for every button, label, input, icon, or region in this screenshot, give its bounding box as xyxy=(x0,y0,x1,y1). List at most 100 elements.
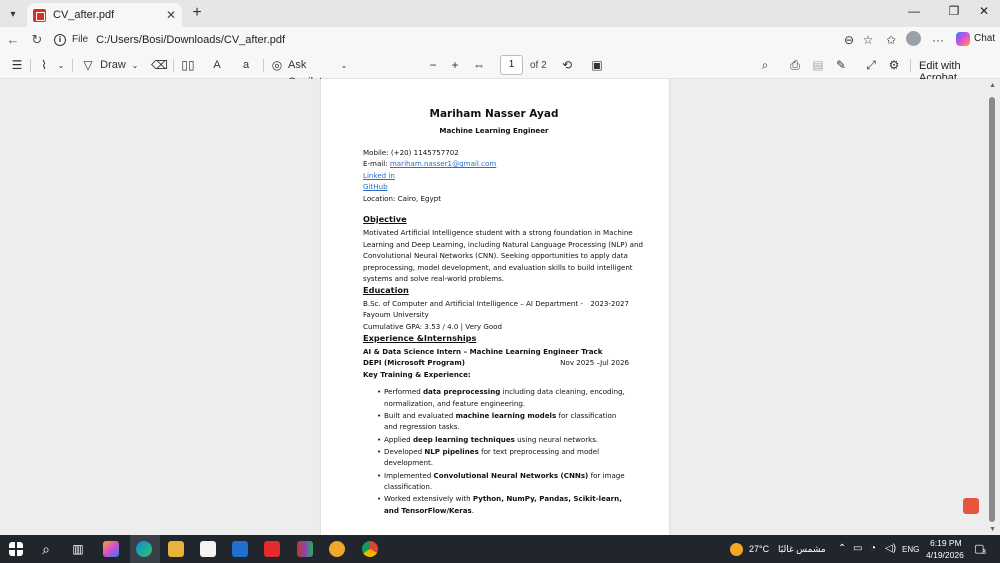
highlight-icon[interactable]: ⌇ xyxy=(36,57,52,74)
address-bar: ← ↻ i File C:/Users/Bosi/Downloads/CV_af… xyxy=(0,27,1000,52)
volume-icon[interactable]: ◁) xyxy=(885,543,896,554)
cv-objective-heading: Objective xyxy=(363,214,407,224)
pdf-viewer[interactable]: Mariham Nasser Ayad Machine Learning Eng… xyxy=(0,79,1000,535)
search-icon[interactable]: ⌕ xyxy=(757,57,773,74)
cv-objective-line: Motivated Artificial Intelligence studen… xyxy=(363,228,633,237)
draw-button[interactable]: Draw xyxy=(100,57,126,74)
mail-icon[interactable] xyxy=(232,541,248,557)
taskbar: ⌕ ▥ 27°C مشمس غالبًا ⌃ ▭ ◔ ◁) ENG 6:19 P… xyxy=(0,535,1000,563)
copilot-icon[interactable] xyxy=(956,32,970,46)
url-field[interactable]: i File C:/Users/Bosi/Downloads/CV_after.… xyxy=(50,29,880,50)
pdf-toolbar: ☰ ⌇ ⌄ ▽ Draw ⌄ ⌫ ▯▯ A a ◎ Ask Copilot ⌄ … xyxy=(0,52,1000,88)
task-view-icon[interactable]: ▥ xyxy=(70,541,86,557)
list-item: Applied deep learning techniques using n… xyxy=(377,434,627,446)
translate-icon[interactable]: a xyxy=(238,57,254,74)
favorite-star-icon[interactable]: ☆ xyxy=(859,31,877,49)
vertical-scrollbar[interactable] xyxy=(989,97,995,522)
edge-icon[interactable] xyxy=(136,541,152,557)
start-windows-icon[interactable] xyxy=(9,542,23,556)
fit-page-icon[interactable]: ⇔ xyxy=(471,57,487,74)
contents-icon[interactable]: ☰ xyxy=(9,57,25,74)
draw-icon[interactable]: ▽ xyxy=(80,57,96,74)
close-window-icon[interactable]: ✕ xyxy=(972,4,996,22)
list-item: Implemented Convolutional Neural Network… xyxy=(377,470,627,493)
two-page-icon[interactable]: ▣ xyxy=(589,57,605,74)
cv-email-link[interactable]: mariham.nasser1@gmail.com xyxy=(390,159,496,168)
back-icon[interactable]: ← xyxy=(4,31,22,49)
cv-github-link[interactable]: GitHub xyxy=(363,181,388,193)
youtube-icon[interactable] xyxy=(264,541,280,557)
chat-button[interactable]: Chat xyxy=(974,33,995,44)
new-tab-icon[interactable]: + xyxy=(188,4,206,22)
url-scheme-label: File xyxy=(72,34,89,45)
notification-count[interactable]: 3 xyxy=(982,549,986,556)
page-count: of 2 xyxy=(530,60,547,71)
refresh-icon[interactable]: ↻ xyxy=(28,31,46,49)
rotate-icon[interactable]: ⟲ xyxy=(559,57,575,74)
scroll-down-icon[interactable]: ▼ xyxy=(989,526,996,533)
list-item: Developed NLP pipelines for text preproc… xyxy=(377,446,627,469)
cv-location: Location: Cairo, Egypt xyxy=(363,194,441,203)
weather-icon[interactable] xyxy=(730,543,743,556)
ask-copilot-dropdown-icon[interactable]: ⌄ xyxy=(339,57,349,74)
ask-copilot-button[interactable]: Ask Copilot xyxy=(288,57,338,88)
cv-email-line: E-mail: mariham.nasser1@gmail.com xyxy=(363,158,496,170)
cv-email-label: E-mail: xyxy=(363,159,390,168)
cv-role: AI & Data Science Intern – Machine Learn… xyxy=(363,347,603,356)
app-icon[interactable] xyxy=(329,541,345,557)
tab-cv-after[interactable]: CV_after.pdf ✕ xyxy=(27,3,182,27)
cv-linkedin-link[interactable]: Linked in xyxy=(363,170,395,182)
list-item: Worked extensively with Python, NumPy, P… xyxy=(377,493,627,516)
tray-expand-icon[interactable]: ⌃ xyxy=(838,543,846,554)
pdf-file-icon xyxy=(33,8,46,22)
page-view-icon[interactable]: ▯▯ xyxy=(180,57,196,74)
cv-gpa: Cumulative GPA: 3.53 / 4.0 | Very Good xyxy=(363,322,503,331)
tab-actions-menu-icon[interactable]: ▾ xyxy=(4,5,22,23)
language-indicator[interactable]: ENG xyxy=(902,545,919,554)
list-item: Built and evaluated machine learning mod… xyxy=(377,410,627,433)
ask-copilot-icon[interactable]: ◎ xyxy=(269,57,285,74)
profile-avatar[interactable] xyxy=(906,31,921,46)
zoom-in-icon[interactable]: + xyxy=(447,57,463,74)
scroll-up-icon[interactable]: ▲ xyxy=(989,82,996,89)
acrobat-icon[interactable] xyxy=(963,498,979,514)
save-icon[interactable]: ▤ xyxy=(810,57,826,74)
info-icon[interactable]: i xyxy=(54,33,66,46)
search-icon[interactable]: ⌕ xyxy=(38,541,54,557)
copilot-app-icon[interactable] xyxy=(103,541,119,557)
cv-name: Mariham Nasser Ayad xyxy=(429,108,559,120)
cv-org: DEPI (Microsoft Program) xyxy=(363,358,465,367)
battery-icon[interactable]: ▭ xyxy=(853,543,862,554)
url-text[interactable]: C:/Users/Bosi/Downloads/CV_after.pdf xyxy=(96,34,285,46)
cv-objective-line: systems and solve real-world problems. xyxy=(363,274,505,283)
wifi-icon[interactable]: ◔ xyxy=(870,543,876,554)
erase-icon[interactable]: ⌫ xyxy=(151,57,168,74)
settings-gear-icon[interactable]: ⚙ xyxy=(886,57,902,74)
weather-temp[interactable]: 27°C xyxy=(749,544,769,554)
clock-time[interactable]: 6:19 PM xyxy=(930,538,962,548)
cv-education-heading: Education xyxy=(363,285,409,295)
close-tab-icon[interactable]: ✕ xyxy=(166,8,176,22)
highlight-dropdown-icon[interactable]: ⌄ xyxy=(55,57,67,74)
zoom-out-icon[interactable]: − xyxy=(425,57,441,74)
store-icon[interactable] xyxy=(200,541,216,557)
chrome-icon[interactable] xyxy=(362,541,378,557)
page-number-input[interactable]: 1 xyxy=(500,55,523,75)
print-icon[interactable]: ⎙ xyxy=(787,57,803,74)
minimize-icon[interactable]: — xyxy=(902,4,926,22)
cv-objective-line: Learning and Deep Learning, including Na… xyxy=(363,240,643,249)
list-item: Performed data preprocessing including d… xyxy=(377,386,627,409)
clock-date[interactable]: 4/19/2026 xyxy=(926,550,964,560)
read-aloud-icon[interactable]: A xyxy=(209,57,225,74)
save-as-icon[interactable]: ✎ xyxy=(833,57,849,74)
favorites-icon[interactable]: ✩ xyxy=(882,31,900,49)
zoom-icon[interactable]: ⊖ xyxy=(840,31,858,49)
maximize-icon[interactable]: ❐ xyxy=(942,4,966,22)
file-explorer-icon[interactable] xyxy=(168,541,184,557)
winrar-icon[interactable] xyxy=(297,541,313,557)
draw-dropdown-icon[interactable]: ⌄ xyxy=(129,57,141,74)
more-options-icon[interactable]: ··· xyxy=(929,31,947,49)
weather-text[interactable]: مشمس غالبًا xyxy=(778,544,826,555)
cv-mobile: Mobile: (+20) 1145757702 xyxy=(363,148,459,157)
fullscreen-icon[interactable]: ⤢ xyxy=(863,57,879,74)
